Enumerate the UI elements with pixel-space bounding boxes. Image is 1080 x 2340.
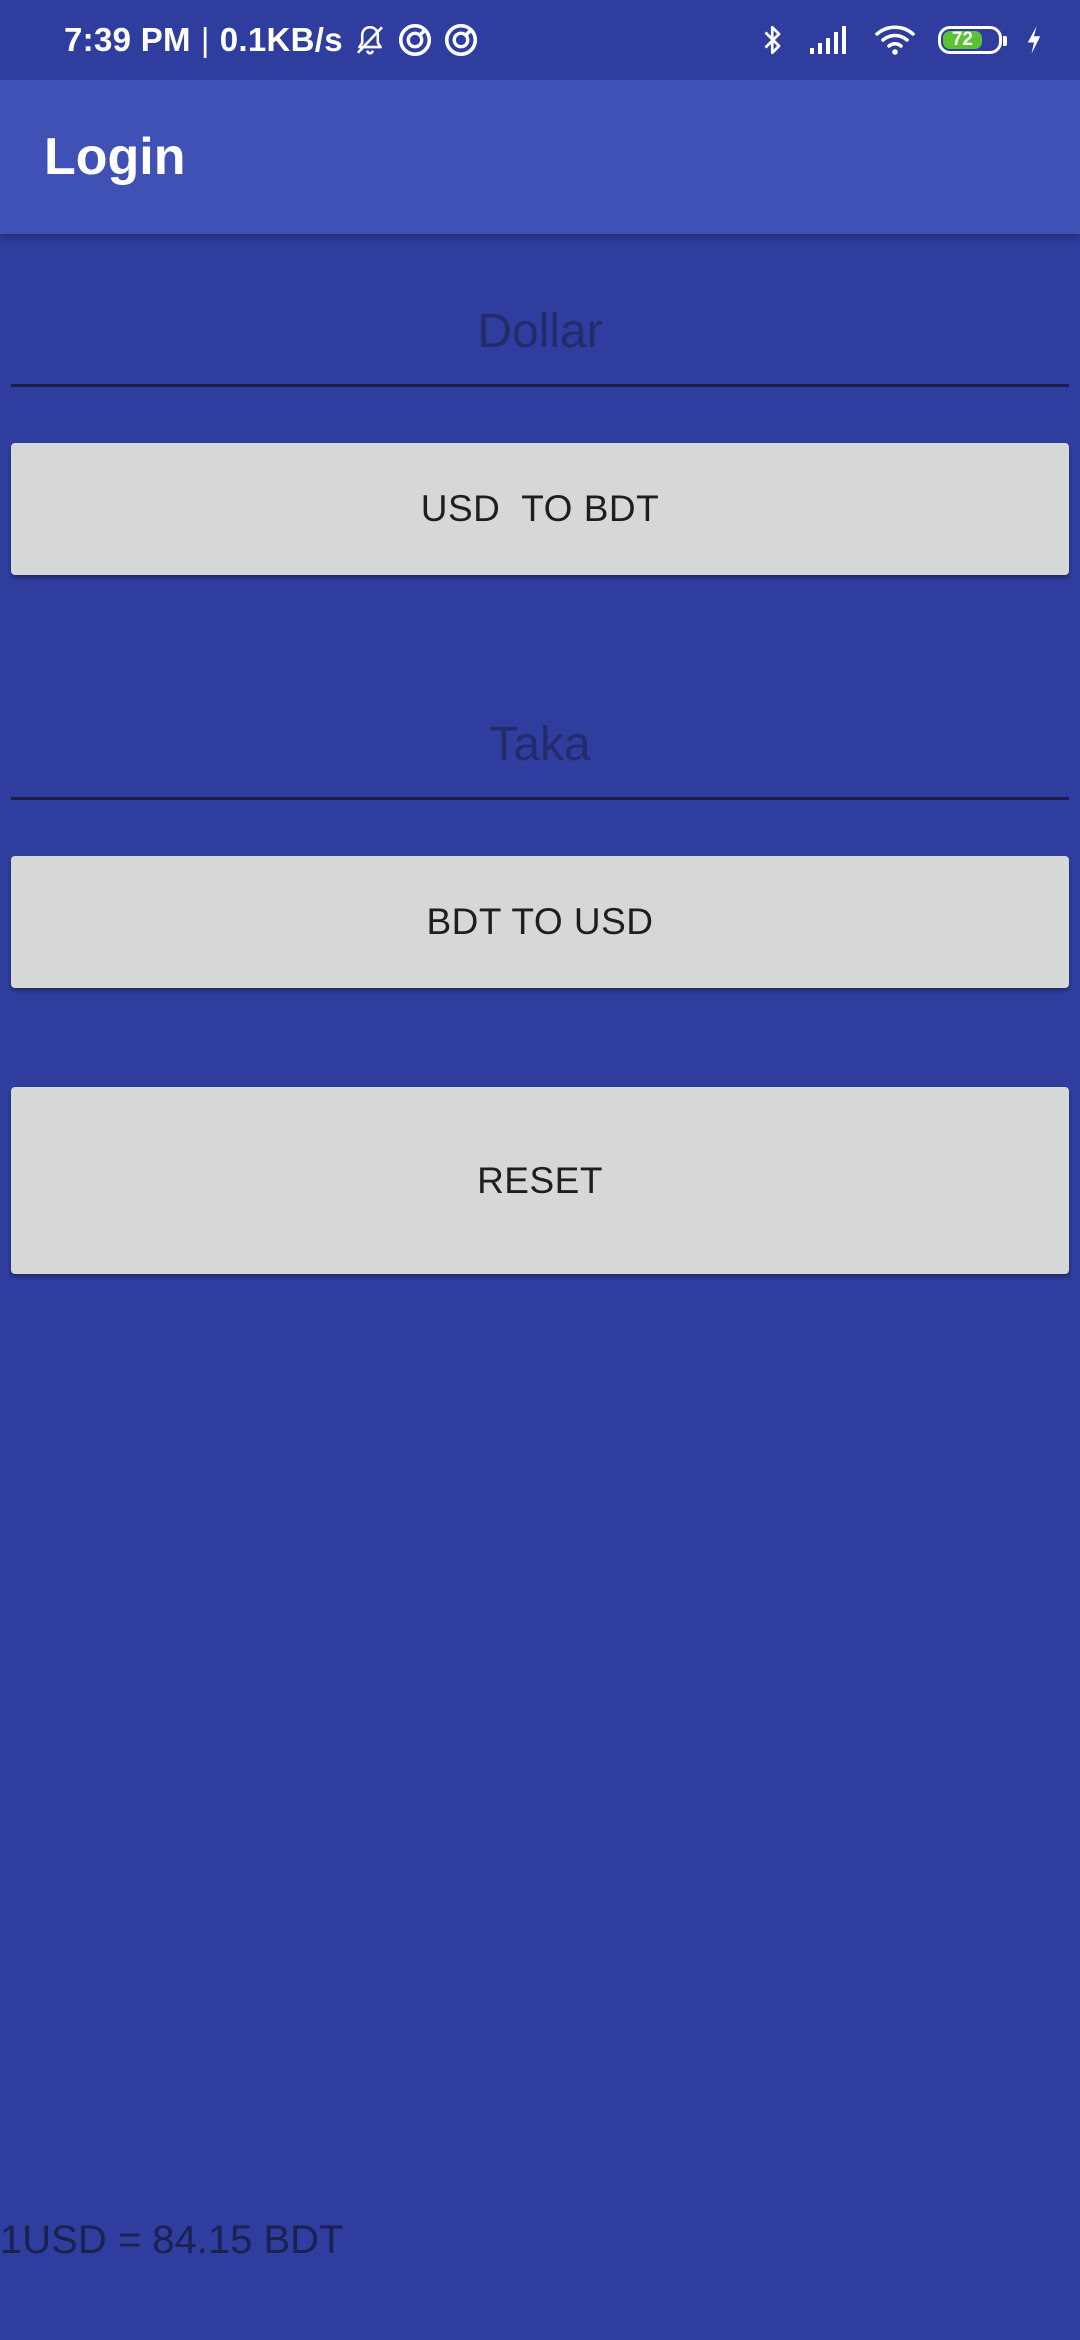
status-separator: |	[200, 21, 210, 58]
taka-field-container	[11, 691, 1069, 800]
status-bar-right: 72	[760, 0, 1044, 80]
battery-level: 72	[943, 29, 982, 50]
bluetooth-icon	[760, 22, 786, 58]
bell-muted-icon	[353, 23, 387, 57]
dollar-input[interactable]	[11, 278, 1069, 384]
taka-input[interactable]	[11, 691, 1069, 797]
page-title: Login	[44, 128, 186, 186]
battery-icon: 72	[938, 26, 1007, 54]
status-time: 7:39 PM	[64, 21, 191, 58]
app-bar: Login	[0, 80, 1080, 234]
wifi-icon	[874, 23, 916, 57]
exchange-rate-text: 1USD = 84.15 BDT	[0, 2218, 344, 2262]
reset-button[interactable]: RESET	[11, 1087, 1069, 1274]
bdt-to-usd-button[interactable]: BDT TO USD	[11, 856, 1069, 988]
status-bar-left: 7:39 PM | 0.1KB/s	[64, 0, 479, 80]
dollar-field-container	[11, 278, 1069, 387]
usd-to-bdt-button[interactable]: USD TO BDT	[11, 443, 1069, 575]
sync-icon	[443, 22, 479, 58]
charging-icon	[1024, 25, 1044, 55]
signal-icon	[808, 24, 852, 56]
network-speed: 0.1KB/s	[219, 21, 343, 58]
status-bar: 7:39 PM | 0.1KB/s 72	[0, 0, 1080, 80]
sync-icon	[397, 22, 433, 58]
